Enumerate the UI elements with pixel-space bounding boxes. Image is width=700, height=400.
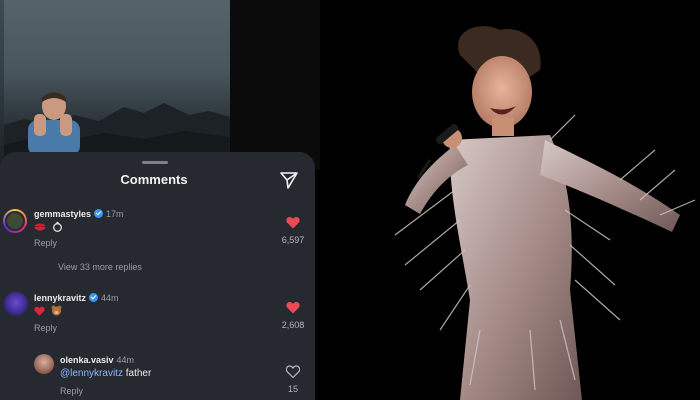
- view-more-replies-button[interactable]: View 33 more replies: [58, 262, 142, 272]
- reply-button[interactable]: Reply: [34, 238, 57, 248]
- ring-icon: [52, 221, 62, 232]
- like-count: 6,597: [281, 235, 305, 245]
- red-heart-icon: [34, 306, 45, 316]
- avatar[interactable]: [4, 292, 28, 316]
- instagram-comments-screenshot: Comments gemmastyles 17m Reply 6,597 View…: [0, 0, 320, 400]
- comment-text: [34, 221, 66, 233]
- username-text: gemmastyles: [34, 209, 92, 219]
- verified-badge-icon: [89, 293, 99, 302]
- mention-link[interactable]: @lennykravitz: [60, 368, 123, 379]
- avatar[interactable]: [3, 209, 27, 233]
- reel-video-frame: [4, 0, 230, 165]
- person-figure: [28, 92, 80, 156]
- verified-badge-icon: [94, 209, 104, 218]
- username-text: lennykravitz: [34, 293, 87, 303]
- like-count: 15: [287, 384, 298, 394]
- send-icon[interactable]: [279, 170, 299, 190]
- reply-button[interactable]: Reply: [34, 323, 57, 333]
- performer-illustration: [394, 26, 696, 400]
- comment-text: [34, 305, 65, 317]
- comment-time: 44m: [116, 355, 135, 365]
- reply-button[interactable]: Reply: [60, 386, 83, 396]
- like-heart-icon[interactable]: [286, 301, 300, 314]
- comments-sheet: Comments gemmastyles 17m Reply 6,597 View…: [0, 152, 315, 400]
- like-heart-outline-icon[interactable]: [286, 365, 300, 378]
- bear-icon: [51, 305, 62, 316]
- comment-text: @lennykravitz father: [60, 368, 151, 379]
- like-heart-icon[interactable]: [286, 216, 300, 229]
- username-text: olenka.vasiv: [60, 355, 114, 365]
- comment-time: 17m: [106, 209, 124, 219]
- reel-video[interactable]: [0, 0, 320, 170]
- comment-body: father: [125, 368, 152, 379]
- comment-username[interactable]: lennykravitz 44m: [34, 293, 119, 303]
- comment-time: 44m: [101, 293, 119, 303]
- comment-username[interactable]: olenka.vasiv 44m: [60, 355, 134, 365]
- comment-username[interactable]: gemmastyles 17m: [34, 209, 124, 219]
- drag-handle[interactable]: [142, 161, 168, 164]
- lips-icon: [34, 223, 46, 231]
- avatar[interactable]: [34, 354, 54, 374]
- like-count: 2,608: [281, 320, 305, 330]
- reel-video-margin: [230, 0, 320, 170]
- comments-title: Comments: [120, 172, 188, 187]
- performer-photo: [320, 0, 700, 400]
